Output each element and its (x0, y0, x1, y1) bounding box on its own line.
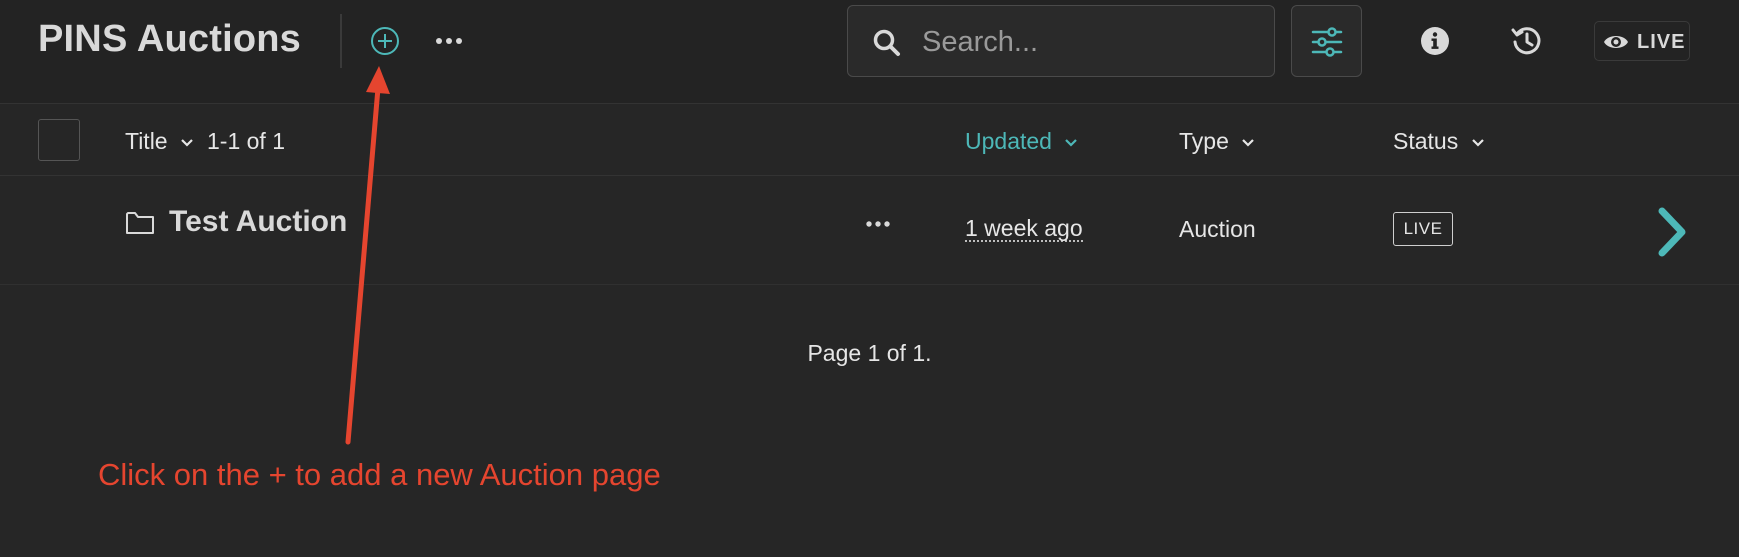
history-button[interactable] (1510, 24, 1544, 58)
row-more-button[interactable] (864, 217, 892, 229)
table-row[interactable]: Test Auction 1 week ago Auction LIVE (0, 177, 1739, 285)
info-icon (1421, 27, 1449, 55)
chevron-down-icon (181, 139, 193, 147)
toolbar-divider (340, 14, 342, 68)
status-column-label: Status (1393, 128, 1459, 154)
live-preview-button[interactable]: LIVE (1594, 21, 1690, 61)
chevron-down-icon (1242, 139, 1255, 147)
row-type: Auction (1179, 216, 1256, 242)
search-box (847, 5, 1275, 77)
result-count: 1-1 of 1 (207, 128, 285, 154)
updated-column-header[interactable]: Updated (965, 128, 1078, 155)
more-options-button[interactable] (432, 28, 466, 54)
title-column-header[interactable]: Title (125, 128, 194, 155)
add-page-button[interactable] (370, 26, 400, 56)
status-badge: LIVE (1393, 212, 1453, 246)
filter-button[interactable] (1291, 5, 1362, 77)
title-column-label: Title (125, 128, 168, 154)
search-icon (873, 29, 900, 56)
page-title: PINS Auctions (38, 18, 301, 60)
row-updated: 1 week ago (965, 215, 1083, 242)
eye-icon (1604, 36, 1628, 48)
ellipsis-icon (866, 221, 890, 227)
ellipsis-icon (436, 38, 462, 44)
info-button[interactable] (1420, 26, 1450, 56)
type-column-header[interactable]: Type (1179, 128, 1255, 155)
row-title-link[interactable]: Test Auction (169, 205, 347, 239)
select-all-checkbox[interactable] (38, 119, 80, 161)
live-label: LIVE (1637, 31, 1686, 53)
sliders-icon (1311, 27, 1343, 57)
pagination-text: Page 1 of 1. (807, 340, 932, 366)
annotation-text: Click on the + to add a new Auction page (98, 457, 661, 492)
chevron-down-icon (1065, 139, 1078, 147)
plus-circle-icon (371, 27, 399, 55)
history-icon (1511, 27, 1541, 55)
updated-column-label: Updated (965, 128, 1052, 154)
chevron-down-icon (1471, 139, 1484, 147)
top-bar: PINS Auctions Search... LIVE (0, 0, 1739, 104)
status-column-header[interactable]: Status (1393, 128, 1485, 155)
folder-icon (126, 212, 154, 234)
chevron-right-icon[interactable] (1655, 207, 1689, 257)
table-header: Title 1-1 of 1 Updated Type Status (0, 104, 1739, 176)
type-column-label: Type (1179, 128, 1229, 154)
search-input[interactable] (922, 20, 1262, 64)
